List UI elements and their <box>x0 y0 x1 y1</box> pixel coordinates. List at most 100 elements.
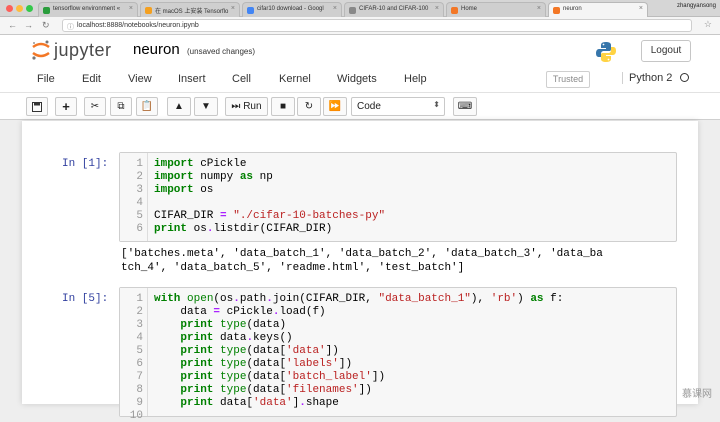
copy-icon: ⧉ <box>117 101 124 112</box>
line-number: 4 <box>136 332 143 344</box>
code-line: print type(data['batch_label']) <box>154 371 385 383</box>
scissors-icon: ✂ <box>91 101 99 112</box>
line-number: 2 <box>136 306 143 318</box>
restart-kernel-button[interactable]: ↻ <box>297 97 321 116</box>
notebook-container: In [1]: 1 2 3 4 5 6 import cPickle impor… <box>22 121 698 404</box>
save-icon <box>32 102 42 112</box>
menu-cell[interactable]: Cell <box>232 73 251 85</box>
close-tab-icon[interactable]: × <box>537 5 541 12</box>
kernel-idle-indicator-icon <box>680 73 689 82</box>
close-window-icon[interactable] <box>6 5 13 12</box>
line-number: 2 <box>136 171 143 183</box>
close-tab-icon[interactable]: × <box>435 5 439 12</box>
code-line: print data.keys() <box>154 332 293 344</box>
code-line: print type(data['filenames']) <box>154 384 372 396</box>
interrupt-kernel-button[interactable]: ■ <box>271 97 295 116</box>
menu-widgets[interactable]: Widgets <box>337 73 377 85</box>
menu-view[interactable]: View <box>128 73 152 85</box>
tab-favicon-icon <box>145 7 152 14</box>
code-line: import numpy as np <box>154 171 273 183</box>
code-line: import cPickle <box>154 158 246 170</box>
paste-button[interactable]: 📋 <box>136 97 158 116</box>
jupyter-brand[interactable]: jupyter <box>54 40 112 61</box>
line-number: 10 <box>130 410 143 422</box>
command-palette-button[interactable]: ⌨ <box>453 97 477 116</box>
browser-tab[interactable]: CIFAR-10 and CIFAR-100 × <box>344 2 444 17</box>
notebook-toolbar: + ✂ ⧉ 📋 ▲ ▼ ⏭ Run ■ ↻ ⏩ Code ⬍ ⌨ <box>0 93 720 120</box>
trusted-indicator[interactable]: Trusted <box>546 71 590 88</box>
menu-kernel[interactable]: Kernel <box>279 73 311 85</box>
page-info-icon[interactable]: ⓘ <box>67 22 74 32</box>
cut-button[interactable]: ✂ <box>84 97 106 116</box>
code-line: print type(data['data']) <box>154 345 339 357</box>
close-tab-icon[interactable]: × <box>231 5 235 12</box>
restart-run-all-button[interactable]: ⏩ <box>323 97 347 116</box>
run-button[interactable]: ⏭ Run <box>225 97 268 116</box>
minimize-window-icon[interactable] <box>16 5 23 12</box>
arrow-up-icon: ▲ <box>174 101 184 112</box>
bookmark-star-icon[interactable]: ☆ <box>704 19 712 30</box>
line-number: 4 <box>136 197 143 209</box>
restart-icon: ↻ <box>305 101 313 112</box>
step-forward-icon: ⏭ <box>231 101 240 112</box>
tab-favicon-icon <box>43 7 50 14</box>
code-line: print data['data'].shape <box>154 397 339 409</box>
tab-favicon-icon <box>247 7 254 14</box>
kernel-name[interactable]: Python 2 <box>622 72 672 84</box>
browser-tab-bar: tensorflow environment « × 在 macOS 上安装 T… <box>0 0 720 17</box>
url-field[interactable]: ⓘ localhost:8888/notebooks/neuron.ipynb <box>62 19 692 32</box>
browser-address-bar: ← → ↻ ⓘ localhost:8888/notebooks/neuron.… <box>0 17 720 35</box>
code-cell-input[interactable]: 1 2 3 4 5 6 import cPickle import numpy … <box>119 152 677 242</box>
save-status: (unsaved changes) <box>187 47 255 56</box>
browser-tab[interactable]: 在 macOS 上安装 Tensorflo × <box>140 2 240 17</box>
cell-prompt: In [1]: <box>62 158 108 170</box>
logout-button[interactable]: Logout <box>641 40 691 62</box>
close-tab-icon[interactable]: × <box>129 5 133 12</box>
maximize-window-icon[interactable] <box>26 5 33 12</box>
menu-file[interactable]: File <box>37 73 55 85</box>
menu-insert[interactable]: Insert <box>178 73 206 85</box>
reload-icon[interactable]: ↻ <box>42 20 50 31</box>
close-tab-icon[interactable]: × <box>639 5 643 12</box>
menu-help[interactable]: Help <box>404 73 427 85</box>
line-number: 8 <box>136 384 143 396</box>
line-number: 5 <box>136 345 143 357</box>
line-number: 5 <box>136 210 143 222</box>
code-line: import os <box>154 184 213 196</box>
code-line: print type(data) <box>154 319 286 331</box>
select-arrows-icon: ⬍ <box>433 100 440 109</box>
browser-tab-active[interactable]: neuron × <box>548 2 648 17</box>
code-line: CIFAR_DIR = "./cifar-10-batches-py" <box>154 210 385 222</box>
line-number: 9 <box>136 397 143 409</box>
fast-forward-icon: ⏩ <box>329 101 341 112</box>
back-arrow-icon[interactable]: ← <box>8 20 17 30</box>
paste-icon: 📋 <box>141 101 153 112</box>
browser-tab[interactable]: cifar10 download - Googl × <box>242 2 342 17</box>
line-number: 7 <box>136 371 143 383</box>
line-number: 6 <box>136 223 143 235</box>
plus-icon: + <box>62 99 70 114</box>
browser-user-name[interactable]: zhangyansong <box>677 3 716 9</box>
line-number: 1 <box>136 158 143 170</box>
move-up-button[interactable]: ▲ <box>167 97 191 116</box>
jupyter-logo-icon[interactable] <box>30 39 52 61</box>
line-number: 6 <box>136 358 143 370</box>
close-tab-icon[interactable]: × <box>333 5 337 12</box>
code-line: print os.listdir(CIFAR_DIR) <box>154 223 332 235</box>
copy-button[interactable]: ⧉ <box>110 97 132 116</box>
save-button[interactable] <box>26 97 48 116</box>
browser-tab[interactable]: tensorflow environment « × <box>38 2 138 17</box>
menubar: File Edit View Insert Cell Kernel Widget… <box>0 67 720 93</box>
browser-tab[interactable]: Home × <box>446 2 546 17</box>
insert-cell-button[interactable]: + <box>55 97 77 116</box>
forward-arrow-icon[interactable]: → <box>24 20 33 30</box>
cell-type-select[interactable]: Code ⬍ <box>351 97 445 116</box>
line-number-gutter: 1 2 3 4 5 6 <box>120 153 148 241</box>
code-cell-input[interactable]: 1 2 3 4 5 6 7 8 9 10 with open(os.path.j… <box>119 287 677 417</box>
code-line: with open(os.path.join(CIFAR_DIR, "data_… <box>154 293 563 305</box>
notebook-name[interactable]: neuron <box>133 41 180 58</box>
move-down-button[interactable]: ▼ <box>194 97 218 116</box>
tab-favicon-icon <box>349 7 356 14</box>
code-line: data = cPickle.load(f) <box>154 306 326 318</box>
menu-edit[interactable]: Edit <box>82 73 101 85</box>
